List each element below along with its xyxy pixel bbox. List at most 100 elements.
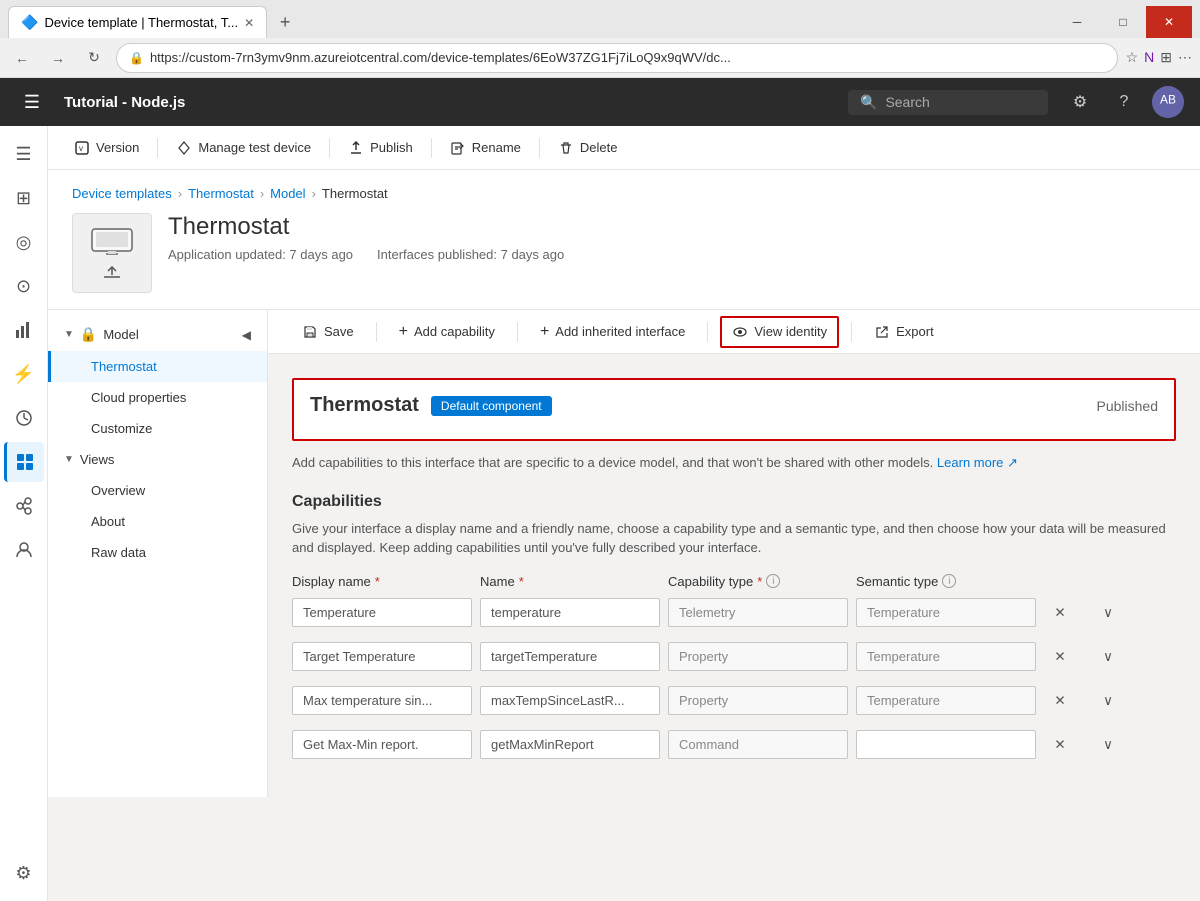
- sidebar-item-menu[interactable]: ☰: [4, 134, 44, 174]
- breadcrumb-sep-3: ›: [312, 186, 316, 201]
- delete-row-2-button[interactable]: ✕: [1044, 685, 1076, 717]
- address-bar[interactable]: 🔒 https://custom-7rn3ymv9nm.azureiotcent…: [116, 43, 1118, 73]
- nav-item-overview[interactable]: Overview: [48, 475, 267, 506]
- add-capability-button[interactable]: + Add capability: [389, 317, 505, 347]
- nav-item-cloud-properties[interactable]: Cloud properties: [48, 382, 267, 413]
- onenote-icon[interactable]: N: [1144, 49, 1154, 66]
- hamburger-icon[interactable]: ☰: [24, 92, 40, 113]
- minimize-button[interactable]: ─: [1054, 6, 1100, 38]
- sidebar-item-administration[interactable]: [4, 530, 44, 570]
- breadcrumb: Device templates › Thermostat › Model › …: [72, 186, 1176, 201]
- display-name-input-1[interactable]: [292, 642, 472, 671]
- favorites-icon[interactable]: ☆: [1126, 49, 1139, 66]
- delete-button[interactable]: Delete: [548, 134, 628, 162]
- delete-row-3-button[interactable]: ✕: [1044, 729, 1076, 761]
- breadcrumb-model[interactable]: Model: [270, 186, 305, 201]
- component-title: Thermostat: [310, 394, 419, 417]
- name-input-0[interactable]: [480, 598, 660, 627]
- back-button[interactable]: ←: [8, 44, 36, 72]
- add-inherited-interface-button[interactable]: + Add inherited interface: [530, 317, 695, 347]
- breadcrumb-device-templates[interactable]: Device templates: [72, 186, 172, 201]
- nav-item-about[interactable]: About: [48, 506, 267, 537]
- expand-row-2-button[interactable]: ∨: [1092, 685, 1124, 717]
- delete-row-1-button[interactable]: ✕: [1044, 641, 1076, 673]
- sidebar-item-devices[interactable]: ◎: [4, 222, 44, 262]
- sidebar-item-dashboard[interactable]: ⊞: [4, 178, 44, 218]
- action-sep-4: [851, 322, 852, 342]
- semantic-type-info-icon[interactable]: i: [942, 574, 956, 588]
- expand-row-1-button[interactable]: ∨: [1092, 641, 1124, 673]
- nav-views-section[interactable]: ▼ Views: [48, 444, 267, 475]
- search-input[interactable]: [885, 94, 1035, 110]
- sidebar-item-analytics[interactable]: [4, 310, 44, 350]
- display-name-input-2[interactable]: [292, 686, 472, 715]
- forward-button[interactable]: →: [44, 44, 72, 72]
- version-button[interactable]: v Version: [64, 134, 149, 162]
- expand-row-3-button[interactable]: ∨: [1092, 729, 1124, 761]
- capability-type-input-3[interactable]: [668, 730, 848, 759]
- nav-item-thermostat[interactable]: Thermostat: [48, 351, 267, 382]
- delete-row-0-button[interactable]: ✕: [1044, 597, 1076, 629]
- semantic-type-input-0[interactable]: [856, 598, 1036, 627]
- sidebar-item-rules[interactable]: ⚡: [4, 354, 44, 394]
- save-button[interactable]: Save: [292, 318, 364, 346]
- browser-tab[interactable]: 🔷 Device template | Thermostat, T... ✕: [8, 6, 267, 38]
- semantic-type-input-1[interactable]: [856, 642, 1036, 671]
- device-header: Thermostat Application updated: 7 days a…: [72, 213, 1176, 309]
- sidebar-item-data-export[interactable]: [4, 486, 44, 526]
- device-icon: [72, 213, 152, 293]
- left-nav: ▼ 🔒 Model ◀ Thermostat Cloud properties …: [48, 310, 268, 797]
- nav-item-customize[interactable]: Customize: [48, 413, 267, 444]
- export-button[interactable]: Export: [864, 318, 944, 346]
- nav-collapse-button[interactable]: ◀: [242, 328, 251, 342]
- semantic-type-input-3[interactable]: [856, 730, 1036, 759]
- add-capability-label: Add capability: [414, 324, 495, 339]
- sidebar-item-jobs[interactable]: [4, 398, 44, 438]
- capability-type-input-2[interactable]: [668, 686, 848, 715]
- add-inherited-plus-icon: +: [540, 323, 549, 341]
- capability-type-input-1[interactable]: [668, 642, 848, 671]
- capability-type-info-icon[interactable]: i: [766, 574, 780, 588]
- toolbar-divider-4: [539, 138, 540, 158]
- view-identity-button[interactable]: View identity: [720, 316, 839, 348]
- save-icon: [302, 324, 318, 340]
- more-icon[interactable]: ⋯: [1178, 49, 1192, 66]
- display-name-input-3[interactable]: [292, 730, 472, 759]
- manage-test-device-button[interactable]: Manage test device: [166, 134, 321, 162]
- sidebar-item-settings-bottom[interactable]: ⚙: [4, 853, 44, 893]
- manage-test-icon: [176, 140, 192, 156]
- name-input-1[interactable]: [480, 642, 660, 671]
- refresh-button[interactable]: ↻: [80, 44, 108, 72]
- learn-more-link[interactable]: Learn more ↗: [937, 455, 1018, 470]
- export-label: Export: [896, 324, 934, 339]
- nav-item-raw-data[interactable]: Raw data: [48, 537, 267, 568]
- version-label: Version: [96, 140, 139, 155]
- rename-button[interactable]: Rename: [440, 134, 531, 162]
- name-input-2[interactable]: [480, 686, 660, 715]
- close-button[interactable]: ✕: [1146, 6, 1192, 38]
- model-section-label: Model: [103, 327, 138, 342]
- capabilities-section-title: Capabilities: [292, 493, 1176, 511]
- name-input-3[interactable]: [480, 730, 660, 759]
- nav-model-section[interactable]: ▼ 🔒 Model ◀: [48, 318, 267, 351]
- manage-test-label: Manage test device: [198, 140, 311, 155]
- capabilities-table-header: Display name * Name * Capability type * …: [292, 574, 1176, 597]
- display-name-input-0[interactable]: [292, 598, 472, 627]
- capability-row-temperature: ✕ ∨: [292, 597, 1176, 629]
- capability-row-command: ✕ ∨: [292, 729, 1176, 761]
- tab-close-button[interactable]: ✕: [244, 16, 254, 30]
- breadcrumb-thermostat[interactable]: Thermostat: [188, 186, 254, 201]
- semantic-type-input-2[interactable]: [856, 686, 1036, 715]
- settings-icon[interactable]: ⚙: [1064, 86, 1096, 118]
- expand-row-0-button[interactable]: ∨: [1092, 597, 1124, 629]
- collections-icon[interactable]: ⊞: [1160, 49, 1172, 66]
- sidebar-item-device-templates[interactable]: [4, 442, 44, 482]
- publish-button[interactable]: Publish: [338, 134, 423, 162]
- search-bar[interactable]: 🔍: [848, 90, 1048, 115]
- maximize-button[interactable]: □: [1100, 6, 1146, 38]
- new-tab-button[interactable]: +: [271, 8, 299, 36]
- avatar[interactable]: [1152, 86, 1184, 118]
- capability-type-input-0[interactable]: [668, 598, 848, 627]
- sidebar-item-device-groups[interactable]: ⊙: [4, 266, 44, 306]
- help-icon[interactable]: ?: [1108, 86, 1140, 118]
